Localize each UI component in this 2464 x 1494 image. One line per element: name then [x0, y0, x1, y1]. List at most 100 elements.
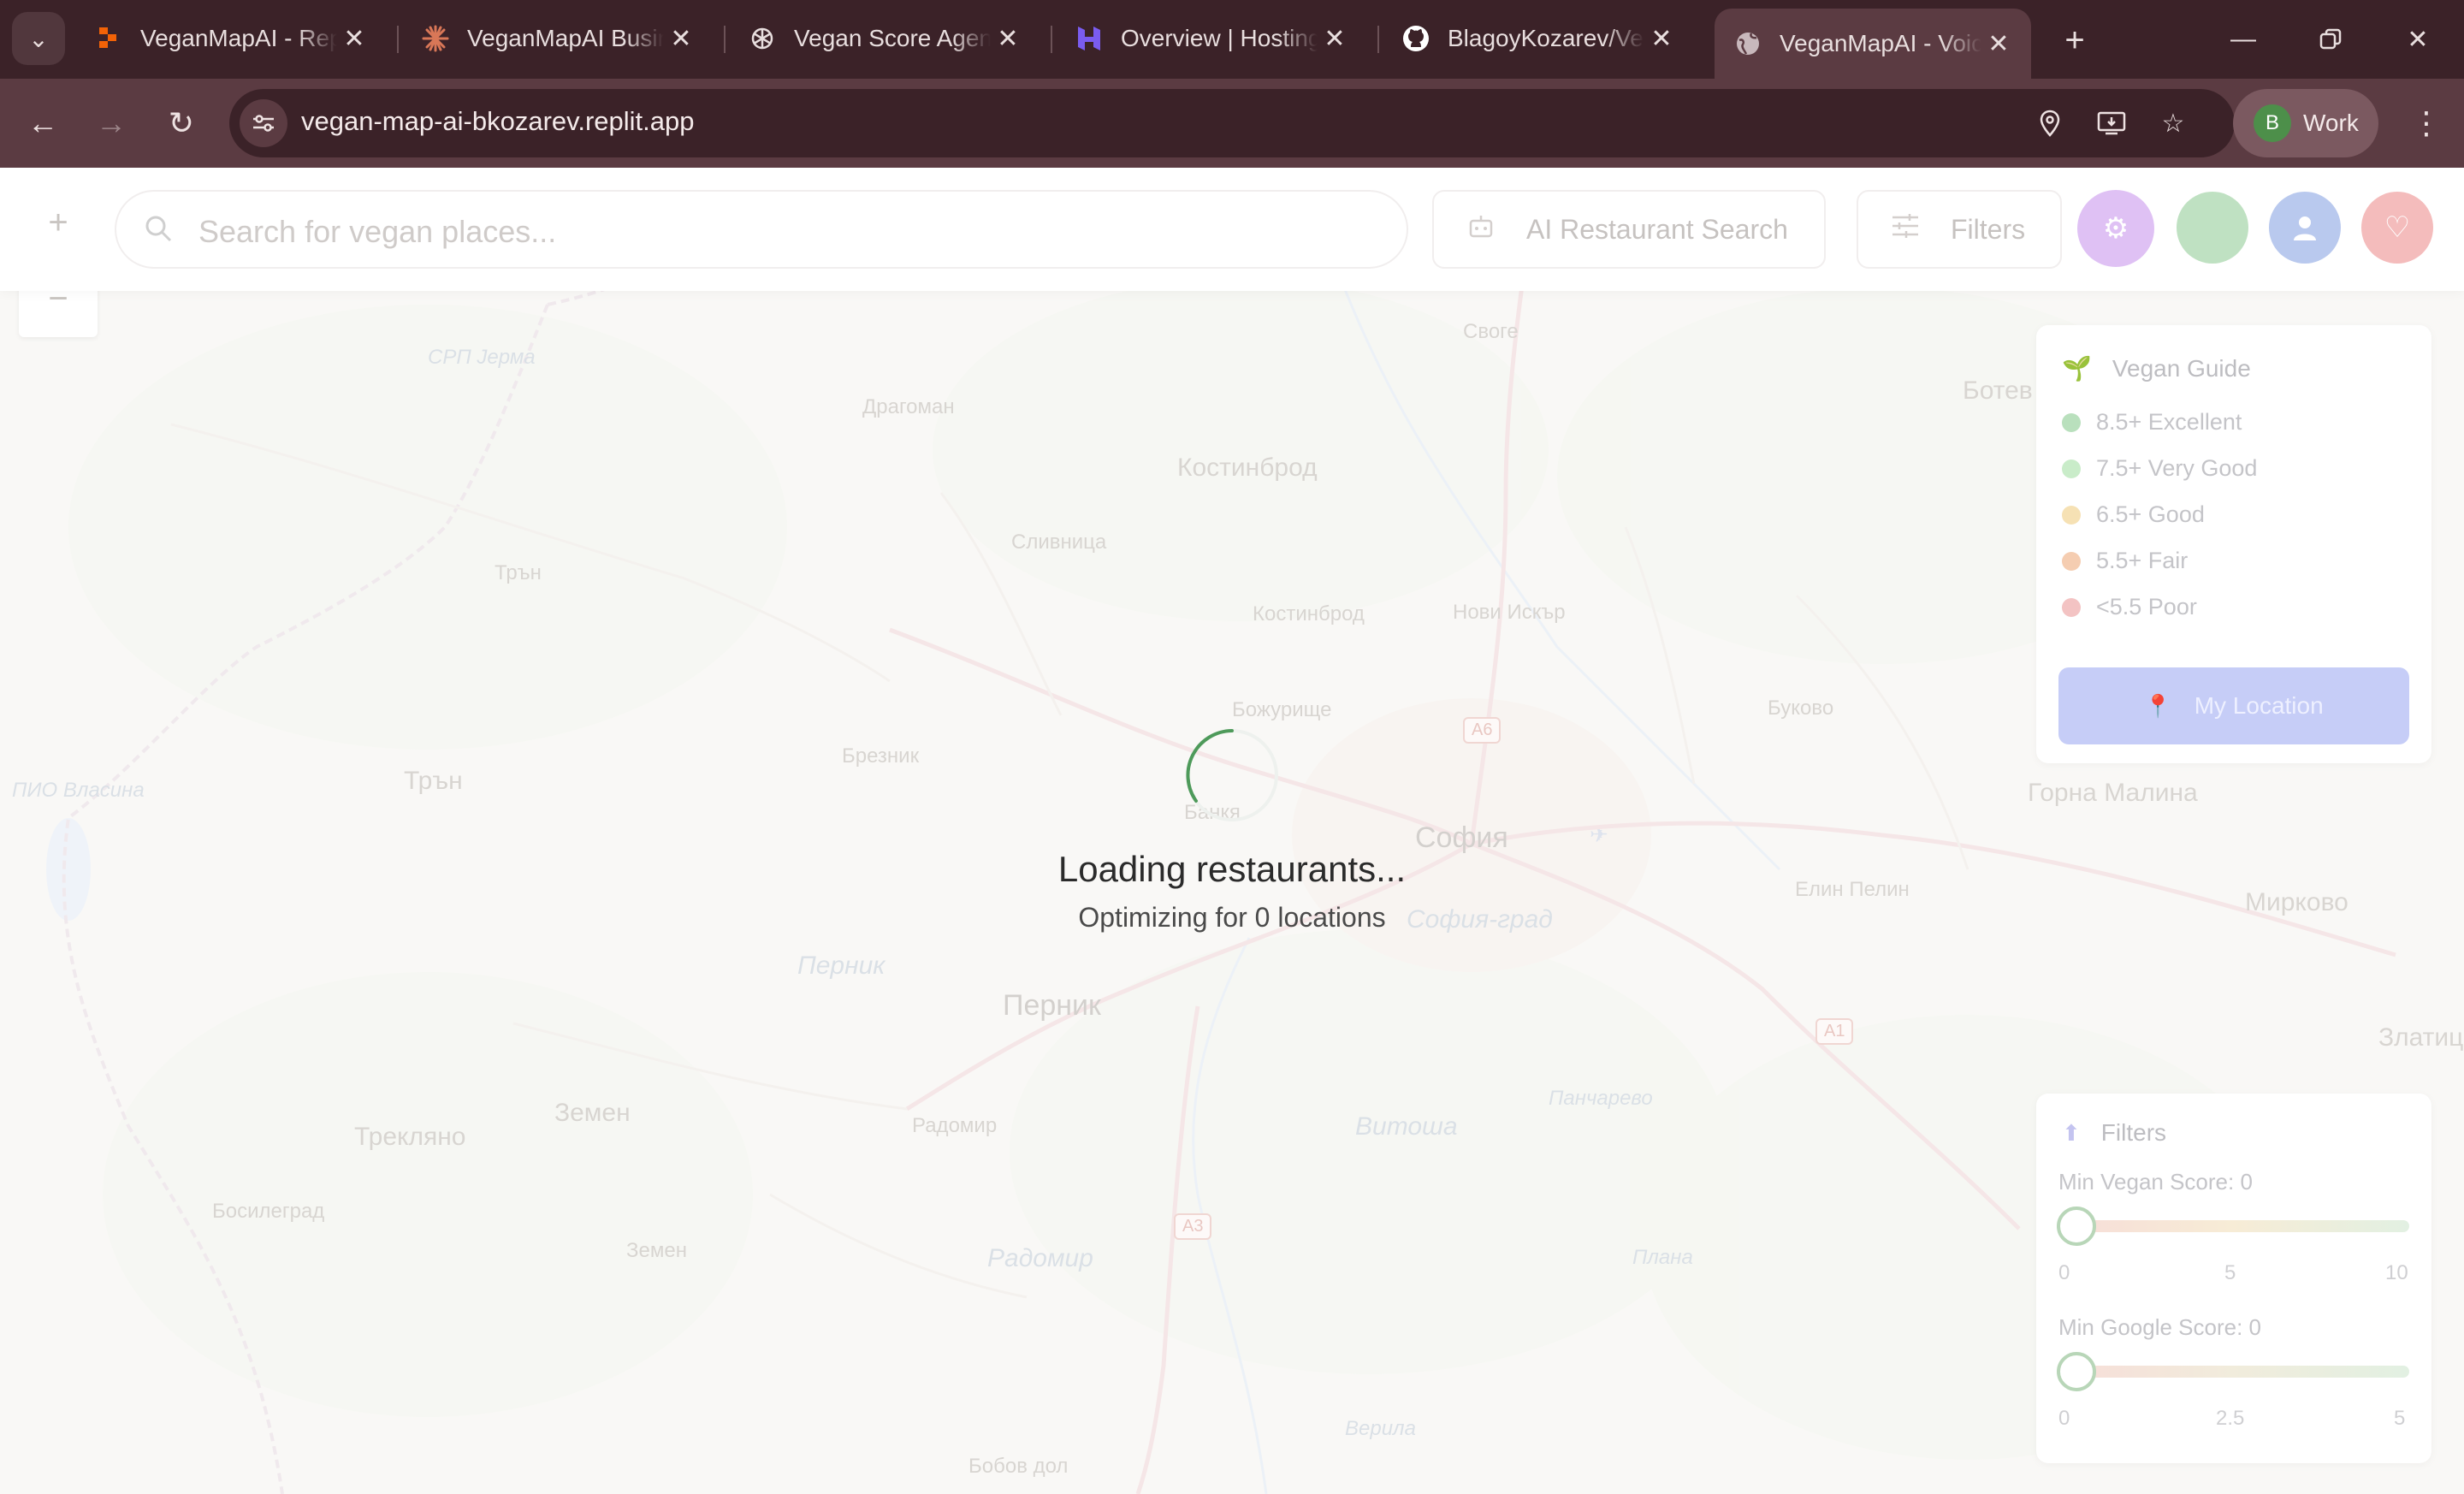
slider-tick: 5	[2394, 1407, 2406, 1430]
zoom-in-overlay[interactable]: +	[19, 183, 98, 262]
tab-veganmapai-voice-active[interactable]: VeganMapAI - Voice ✕	[1715, 9, 2031, 79]
url-text: vegan-map-ai-bkozarev.replit.app	[301, 106, 695, 136]
settings-gear-icon[interactable]: ⚙	[2077, 190, 2154, 267]
voice-status-button[interactable]	[2177, 192, 2248, 264]
legend-item-label: 6.5+ Good	[2096, 501, 2205, 527]
search-icon	[144, 214, 173, 251]
vegan-guide-legend: 🌱 Vegan Guide 8.5+ Excellent 7.5+ Very G…	[2036, 325, 2431, 763]
restore-window-icon[interactable]	[2305, 15, 2356, 63]
search-placeholder: Search for vegan places...	[198, 214, 557, 249]
web-page: ✈ СРП Јерма Драгоман Сливница Костинброд…	[0, 168, 2464, 1494]
legend-item: 8.5+ Excellent	[2062, 409, 2242, 436]
my-location-label: My Location	[2194, 692, 2324, 719]
legend-dot	[2062, 551, 2081, 571]
bookmark-star-icon[interactable]: ☆	[2154, 104, 2192, 142]
tab-title: BlagoyKozarev/VeganMapAI	[1448, 25, 1644, 51]
my-location-button[interactable]: 📍 My Location	[2058, 667, 2409, 744]
minimize-icon[interactable]: —	[2218, 15, 2269, 63]
pin-icon: 📍	[2144, 692, 2172, 719]
ai-restaurant-search-button[interactable]: AI Restaurant Search	[1432, 190, 1826, 269]
install-app-icon[interactable]	[2093, 104, 2130, 142]
browser-toolbar: ← → ↻ vegan-map-ai-bkozarev.replit.app ☆…	[0, 79, 2464, 168]
close-icon[interactable]: ✕	[664, 21, 698, 56]
address-bar[interactable]: vegan-map-ai-bkozarev.replit.app ☆	[229, 89, 2235, 157]
min-vegan-score-label: Min Vegan Score: 0	[2058, 1169, 2253, 1195]
legend-item-label: 8.5+ Excellent	[2096, 409, 2242, 435]
browser-menu-icon[interactable]: ⋮	[2402, 99, 2450, 147]
globe-icon	[1733, 29, 1762, 58]
legend-dot	[2062, 597, 2081, 617]
tab-business-plan[interactable]: VeganMapAI Business Plan ✕	[395, 12, 714, 65]
legend-item-label: <5.5 Poor	[2096, 594, 2197, 620]
filters-label: Filters	[1951, 213, 2026, 245]
tab-search-button[interactable]: ⌄	[12, 12, 65, 65]
reload-icon[interactable]: ↻	[157, 99, 205, 147]
filters-panel-header: ⬆ Filters	[2062, 1119, 2166, 1147]
loading-subtitle: Optimizing for 0 locations	[1078, 902, 1386, 933]
tab-title: Vegan Score Agent	[794, 25, 991, 51]
app-header: + Search for vegan places... AI Restaura…	[0, 168, 2464, 291]
close-icon[interactable]: ✕	[337, 21, 371, 56]
leaf-icon: 🌱	[2062, 355, 2092, 382]
hostinger-icon	[1075, 24, 1104, 53]
legend-dot	[2062, 412, 2081, 432]
filters-panel: ⬆ Filters Min Vegan Score: 0 0 5 10 Min …	[2036, 1094, 2431, 1463]
back-icon[interactable]: ←	[19, 99, 67, 147]
min-google-score-slider[interactable]	[2058, 1366, 2409, 1378]
filters-panel-title: Filters	[2100, 1119, 2167, 1146]
loading-spinner-icon	[1186, 729, 1278, 821]
close-icon[interactable]: ✕	[1981, 27, 2016, 61]
zoom-in-button[interactable]: +	[19, 183, 98, 262]
robot-icon	[1466, 212, 1496, 247]
new-tab-button[interactable]: +	[2053, 19, 2096, 62]
tab-github[interactable]: BlagoyKozarev/VeganMapAI ✕	[1376, 12, 1694, 65]
tab-vegan-score-agent[interactable]: Vegan Score Agent ✕	[722, 12, 1040, 65]
search-input[interactable]: Search for vegan places...	[115, 190, 1408, 269]
legend-item: <5.5 Poor	[2062, 594, 2197, 620]
legend-item: 6.5+ Good	[2062, 501, 2205, 528]
tab-title: VeganMapAI Business Plan	[467, 25, 664, 51]
tab-title: VeganMapAI - Voice	[1780, 30, 1981, 56]
legend-dot	[2062, 459, 2081, 478]
site-settings-icon[interactable]	[240, 99, 287, 147]
legend-title: Vegan Guide	[2112, 354, 2251, 382]
replit-icon	[94, 24, 123, 53]
legend-item-label: 7.5+ Very Good	[2096, 455, 2258, 481]
profile-button[interactable]: B Work	[2233, 89, 2378, 157]
legend-dot	[2062, 505, 2081, 525]
close-icon[interactable]: ✕	[1644, 21, 1679, 56]
loading-title: Loading restaurants...	[1057, 849, 1407, 889]
close-icon[interactable]: ✕	[1318, 21, 1352, 56]
legend-item: 5.5+ Fair	[2062, 548, 2188, 574]
close-icon[interactable]: ✕	[991, 21, 1025, 56]
tab-title: Overview | Hostinger	[1121, 25, 1318, 51]
slider-tick: 0	[2058, 1261, 2070, 1284]
user-profile-icon[interactable]	[2269, 192, 2341, 264]
forward-icon[interactable]: →	[87, 99, 135, 147]
slider-tick: 10	[2385, 1261, 2408, 1284]
legend-header: 🌱 Vegan Guide	[2062, 354, 2251, 382]
vegan-slider-thumb[interactable]	[2057, 1206, 2096, 1246]
filter-icon: ⬆	[2062, 1119, 2081, 1146]
slider-tick: 2.5	[2216, 1407, 2245, 1430]
tab-title: VeganMapAI - Replit	[140, 25, 337, 51]
min-google-score-label: Min Google Score: 0	[2058, 1314, 2262, 1340]
claude-icon	[421, 24, 450, 53]
avatar: B	[2254, 104, 2291, 142]
slider-tick: 5	[2224, 1261, 2236, 1284]
filters-button[interactable]: Filters	[1857, 190, 2062, 269]
favorites-heart-icon[interactable]: ♡	[2361, 192, 2433, 264]
tab-veganmapai-replit[interactable]: VeganMapAI - Replit ✕	[68, 12, 387, 65]
profile-label: Work	[2303, 110, 2359, 136]
browser-tab-strip: ⌄ VeganMapAI - Replit ✕ VeganMapAI Busin…	[0, 0, 2464, 79]
google-slider-thumb[interactable]	[2057, 1352, 2096, 1391]
min-vegan-score-slider[interactable]	[2058, 1220, 2409, 1232]
close-window-icon[interactable]: ✕	[2392, 15, 2443, 63]
legend-item-label: 5.5+ Fair	[2096, 548, 2189, 573]
tab-hostinger[interactable]: Overview | Hostinger ✕	[1049, 12, 1367, 65]
legend-item: 7.5+ Very Good	[2062, 455, 2257, 482]
github-icon	[1401, 24, 1430, 53]
location-pin-icon[interactable]	[2031, 104, 2069, 142]
slider-tick: 0	[2058, 1407, 2070, 1430]
ai-search-label: AI Restaurant Search	[1526, 213, 1788, 245]
